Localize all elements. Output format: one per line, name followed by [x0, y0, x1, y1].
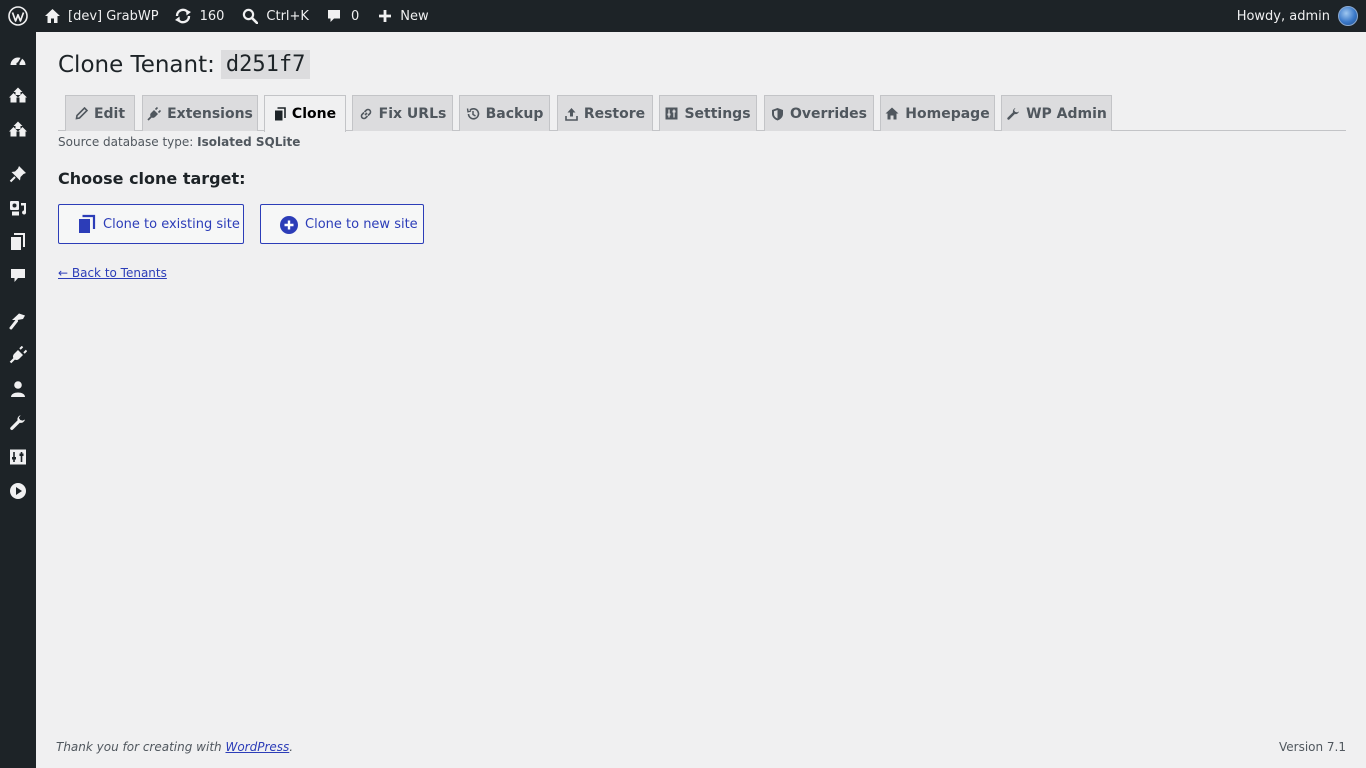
- copy-pages-icon: [77, 214, 97, 234]
- clone-to-new-label: Clone to new site: [305, 216, 418, 232]
- wrench-icon: [1006, 107, 1020, 121]
- search-icon: [242, 8, 259, 24]
- tab-label: Restore: [583, 105, 646, 122]
- tab-label: Homepage: [905, 105, 990, 122]
- plugins-icon[interactable]: [8, 345, 28, 365]
- clone-to-existing-label: Clone to existing site: [103, 216, 240, 232]
- admin-side-menu: [0, 32, 36, 768]
- dashboard-icon[interactable]: [8, 51, 28, 71]
- back-to-tenants-link[interactable]: ← Back to Tenants: [58, 266, 167, 280]
- command-palette-button[interactable]: Ctrl+K: [242, 0, 309, 32]
- tab-edit[interactable]: Edit: [65, 95, 135, 131]
- clone-to-new-button[interactable]: Clone to new site: [260, 204, 424, 244]
- my-account-menu[interactable]: Howdy, admin: [1237, 0, 1358, 32]
- users-icon[interactable]: [8, 379, 28, 399]
- plus-icon: [378, 9, 392, 23]
- pencil-icon: [75, 107, 88, 120]
- avatar: [1338, 6, 1358, 26]
- history-icon: [466, 107, 480, 121]
- updates-menu[interactable]: 160: [174, 0, 225, 32]
- appearance-icon[interactable]: [8, 311, 28, 331]
- page-title-text: Clone Tenant:: [58, 51, 215, 78]
- plus-circle-icon: [279, 214, 299, 234]
- tab-extensions[interactable]: Extensions: [142, 95, 258, 131]
- upload-icon: [565, 107, 578, 121]
- tab-homepage[interactable]: Homepage: [880, 95, 995, 131]
- settings-icon: [665, 107, 678, 120]
- tab-backup[interactable]: Backup: [459, 95, 550, 131]
- network-sites-icon[interactable]: [8, 119, 28, 139]
- home-icon: [885, 107, 899, 120]
- source-value: Isolated SQLite: [197, 135, 301, 149]
- link-icon: [359, 107, 373, 121]
- comments-count: 0: [350, 8, 360, 24]
- comments-icon[interactable]: [8, 266, 28, 286]
- tab-label: Backup: [485, 105, 544, 122]
- tab-wp-admin[interactable]: WP Admin: [1001, 95, 1112, 131]
- clone-icon: [274, 107, 286, 121]
- settings-icon[interactable]: [8, 447, 28, 467]
- tenant-id: d251f7: [220, 50, 311, 79]
- updates-count: 160: [199, 8, 225, 24]
- plug-icon: [147, 106, 162, 121]
- new-label: New: [400, 8, 429, 24]
- pin-icon[interactable]: [8, 164, 28, 184]
- source-database-line: Source database type: Isolated SQLite: [58, 135, 300, 149]
- comments-menu[interactable]: 0: [326, 0, 359, 32]
- updates-icon: [174, 8, 192, 24]
- shield-icon: [771, 107, 784, 121]
- comment-icon: [326, 8, 342, 24]
- footer-period: .: [289, 740, 294, 754]
- site-name-menu[interactable]: [dev] GrabWP: [44, 0, 159, 32]
- network-icon[interactable]: [8, 85, 28, 105]
- footer-version: Version 7.1: [1278, 740, 1346, 754]
- howdy-label: Howdy, admin: [1236, 8, 1330, 24]
- site-name-label: [dev] GrabWP: [68, 8, 159, 24]
- tools-icon[interactable]: [8, 413, 28, 433]
- tab-clone[interactable]: Clone: [264, 95, 346, 132]
- tab-label: Extensions: [167, 105, 253, 122]
- tab-restore[interactable]: Restore: [557, 95, 653, 131]
- search-shortcut-label: Ctrl+K: [266, 8, 309, 24]
- home-icon: [44, 8, 61, 24]
- wordpress-logo-icon[interactable]: [0, 0, 36, 32]
- pages-icon[interactable]: [8, 232, 28, 252]
- play-icon[interactable]: [8, 481, 28, 501]
- new-content-menu[interactable]: New: [378, 0, 429, 32]
- tab-label: Clone: [291, 106, 337, 122]
- tab-label: Settings: [684, 105, 751, 122]
- tab-label: Edit: [93, 105, 126, 122]
- wordpress-link[interactable]: WordPress: [225, 740, 289, 754]
- tab-label: WP Admin: [1026, 105, 1107, 122]
- page-title: Clone Tenant: d251f7: [58, 50, 311, 79]
- tab-label: Overrides: [790, 105, 867, 122]
- tab-fix-urls[interactable]: Fix URLs: [352, 95, 453, 131]
- choose-clone-heading: Choose clone target:: [58, 169, 246, 188]
- clone-to-existing-button[interactable]: Clone to existing site: [58, 204, 244, 244]
- media-icon[interactable]: [8, 198, 28, 218]
- footer-thanks-text: Thank you for creating with: [56, 740, 222, 754]
- tenant-tabs: Edit Extensions Clone Fix URLs Backup Re…: [58, 95, 1346, 132]
- footer-thanks: Thank you for creating with WordPress.: [56, 740, 293, 754]
- tab-label: Fix URLs: [378, 105, 447, 122]
- source-label: Source database type:: [58, 135, 194, 149]
- admin-bar: [dev] GrabWP 160 Ctrl+K 0 New Howdy, adm…: [0, 0, 1366, 32]
- tab-overrides[interactable]: Overrides: [764, 95, 874, 131]
- tab-settings[interactable]: Settings: [659, 95, 757, 131]
